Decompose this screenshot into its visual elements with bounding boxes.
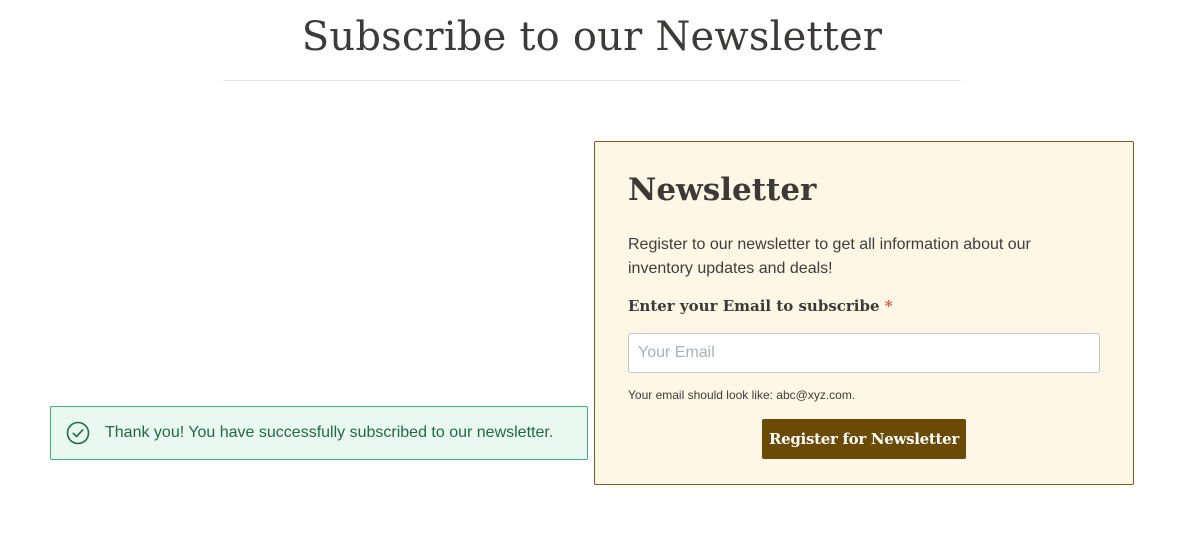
newsletter-heading: Newsletter bbox=[628, 172, 817, 208]
email-label: Enter your Email to subscribe * bbox=[628, 297, 893, 315]
email-input[interactable] bbox=[628, 333, 1100, 373]
title-divider bbox=[223, 80, 961, 81]
email-hint: Your email should look like: abc@xyz.com… bbox=[628, 388, 856, 402]
newsletter-card: Newsletter Register to our newsletter to… bbox=[594, 141, 1134, 485]
check-circle-icon bbox=[66, 421, 90, 445]
page-title: Subscribe to our Newsletter bbox=[301, 14, 883, 60]
newsletter-description: Register to our newsletter to get all in… bbox=[628, 236, 1031, 277]
success-message: Thank you! You have successfully subscri… bbox=[105, 424, 554, 441]
email-label-text: Enter your Email to subscribe bbox=[628, 297, 880, 315]
register-button[interactable]: Register for Newsletter bbox=[762, 419, 966, 459]
required-marker: * bbox=[884, 297, 893, 315]
success-alert: Thank you! You have successfully subscri… bbox=[50, 406, 588, 460]
